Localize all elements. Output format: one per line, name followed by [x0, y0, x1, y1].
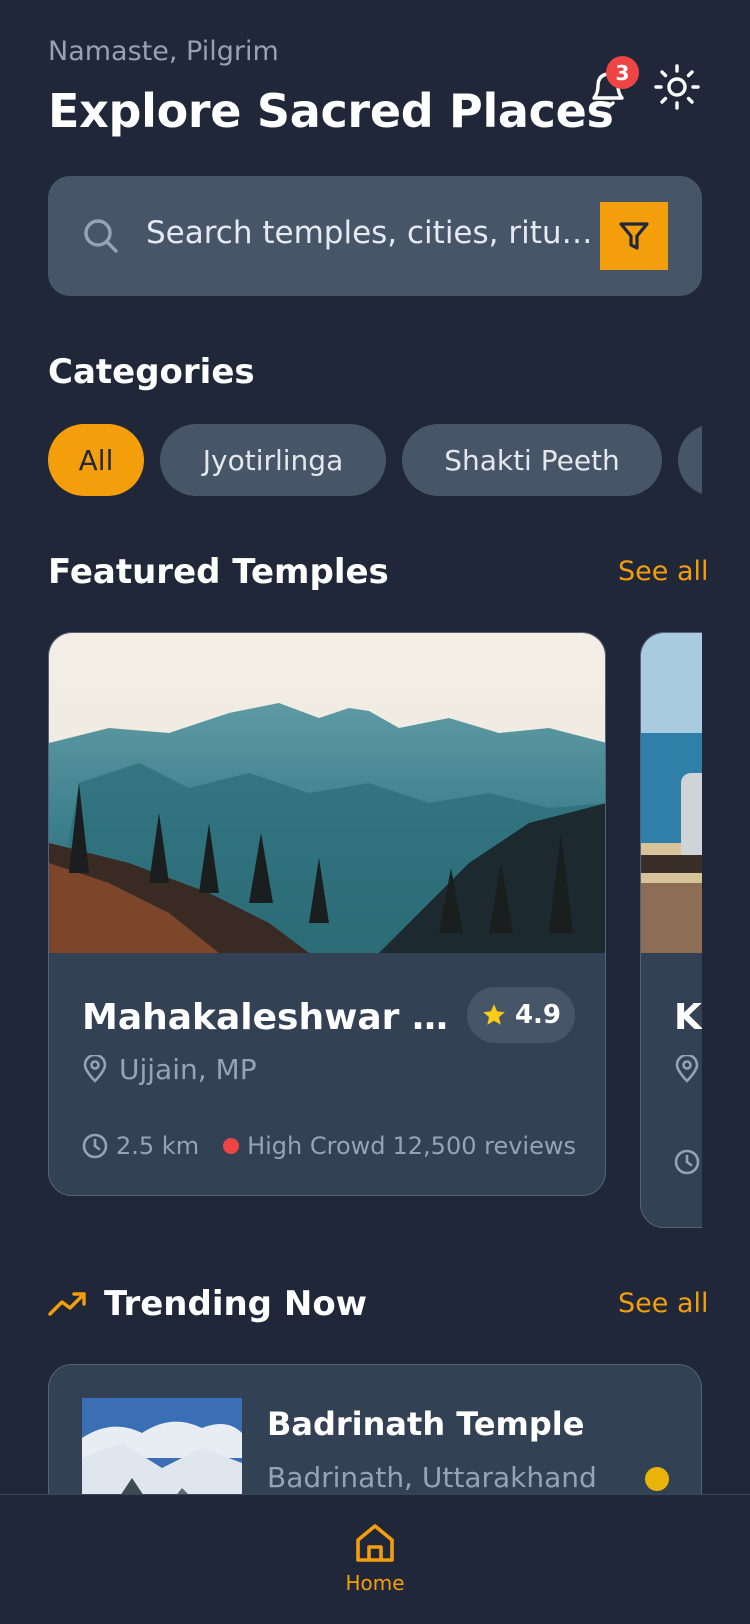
location-pin-icon: [82, 1053, 108, 1083]
greeting-text: Namaste, Pilgrim: [48, 36, 279, 67]
nav-home-tab[interactable]: Home: [335, 1521, 415, 1611]
category-chip-jyotirlinga[interactable]: Jyotirlinga: [160, 424, 386, 496]
page-title: Explore Sacred Places: [48, 84, 614, 138]
trending-temple-location: Badrinath, Uttarakhand: [267, 1461, 597, 1494]
featured-carousel[interactable]: Mahakaleshwar Temple 4.9 Ujjain, MP 2.5 …: [48, 632, 702, 1232]
trending-see-all-link[interactable]: See all: [618, 1288, 709, 1319]
star-icon: [483, 1004, 505, 1025]
nav-home-label: Home: [345, 1571, 405, 1595]
trending-status-dot: [645, 1467, 669, 1491]
search-icon: [82, 217, 120, 255]
rating-value: 4.9: [514, 1000, 562, 1030]
notification-badge: 3: [606, 56, 639, 89]
trending-temple-name: Badrinath Temple: [267, 1405, 585, 1443]
home-icon: [356, 1524, 394, 1562]
trending-up-icon: [48, 1290, 88, 1320]
category-chip-more[interactable]: [678, 424, 702, 496]
clock-icon: [82, 1133, 108, 1159]
clock-icon: [674, 1149, 700, 1179]
rating-badge: 4.9: [467, 987, 575, 1043]
search-input[interactable]: Search temples, cities, rituals...: [146, 215, 602, 251]
temple-name-2: Ka: [674, 997, 702, 1038]
filter-button[interactable]: [600, 202, 668, 270]
categories-title: Categories: [48, 352, 255, 392]
category-chip-all[interactable]: All: [48, 424, 144, 496]
featured-see-all-link[interactable]: See all: [618, 556, 709, 587]
featured-temple-card-2[interactable]: Ka: [640, 632, 702, 1228]
theme-toggle-sun-icon[interactable]: [652, 62, 702, 112]
temple-meta-row: 2.5 km High Crowd 12,500 reviews: [82, 1131, 576, 1161]
crowd-status: High Crowd: [247, 1132, 386, 1160]
filter-icon: [619, 222, 649, 250]
bottom-nav: Home: [0, 1494, 750, 1624]
temple-name: Mahakaleshwar Temple: [82, 997, 452, 1038]
location-pin-icon: [674, 1053, 700, 1083]
category-chip-shakti-peeth[interactable]: Shakti Peeth: [402, 424, 662, 496]
category-chips: All Jyotirlinga Shakti Peeth: [48, 424, 702, 496]
temple-distance: 2.5 km: [116, 1132, 200, 1160]
trending-title: Trending Now: [104, 1284, 368, 1324]
featured-temple-card[interactable]: Mahakaleshwar Temple 4.9 Ujjain, MP 2.5 …: [48, 632, 606, 1196]
temple-image-2: [641, 633, 702, 953]
featured-title: Featured Temples: [48, 552, 389, 592]
crowd-status-dot: [223, 1138, 240, 1154]
review-count: 12,500 reviews: [392, 1132, 576, 1160]
temple-image: [49, 633, 605, 953]
temple-location: Ujjain, MP: [119, 1053, 257, 1086]
